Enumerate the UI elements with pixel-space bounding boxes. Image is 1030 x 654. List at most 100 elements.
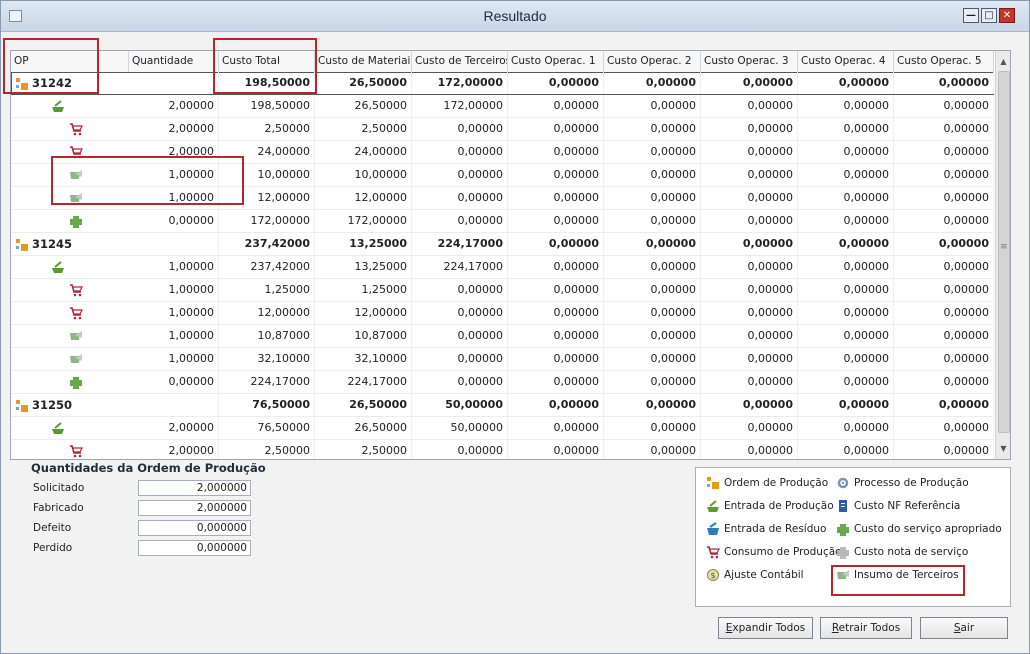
expand-all-button[interactable]: Expandir Todos — [718, 617, 813, 639]
table-row[interactable]: 2,00000 2,50000 2,50000 0,00000 0,00000 0,000… — [11, 440, 994, 459]
table-cell: 0,00000 — [894, 187, 994, 209]
table-row[interactable]: 1,00000 32,10000 32,10000 0,00000 0,00000 0,0… — [11, 348, 994, 371]
table-cell: 0,00000 — [604, 371, 701, 393]
service-cost-icon — [69, 214, 83, 228]
table-cell: 2,50000 — [219, 118, 315, 140]
table-cell: 0,00000 — [701, 394, 798, 416]
table-row[interactable]: 1,00000 237,42000 13,25000 224,17000 0,00000… — [11, 256, 994, 279]
table-cell: 0,00000 — [701, 164, 798, 186]
table-row[interactable]: 2,00000 2,50000 2,50000 0,00000 0,00000 0,000… — [11, 118, 994, 141]
table-cell: 1,00000 — [129, 325, 219, 347]
table-cell: 2,50000 — [315, 440, 412, 459]
table-cell: 1,25000 — [219, 279, 315, 301]
column-header[interactable]: Custo Operac. 4 — [798, 51, 894, 72]
table-cell: 2,00000 — [129, 440, 219, 459]
svg-text:$: $ — [710, 571, 715, 580]
vertical-scrollbar[interactable]: ▲ ≡ ▼ — [995, 51, 1010, 459]
column-header[interactable]: Quantidade — [129, 51, 219, 72]
quantity-field[interactable]: 0,000000 — [138, 520, 251, 536]
consumption-cart-icon — [69, 306, 83, 320]
table-cell: 0,00000 — [604, 417, 701, 439]
production-order-row[interactable]: 31242 198,50000 26,50000 172,00000 0,00000 0,… — [11, 72, 994, 95]
table-cell: 0,00000 — [798, 394, 894, 416]
table-cell: 0,00000 — [508, 141, 604, 163]
table-row[interactable]: 0,00000 172,00000 172,00000 0,00000 0,00000 0… — [11, 210, 994, 233]
table-cell: 1,00000 — [129, 302, 219, 324]
table-cell: 50,00000 — [412, 417, 508, 439]
table-cell: 26,50000 — [315, 394, 412, 416]
quantity-label: Defeito — [33, 522, 72, 534]
table-row[interactable]: 0,00000 224,17000 224,17000 0,00000 0,00000 0… — [11, 371, 994, 394]
table-cell: 172,00000 — [412, 72, 508, 94]
table-cell: 0,00000 — [894, 325, 994, 347]
quantity-field[interactable]: 2,000000 — [138, 480, 251, 496]
table-cell: 0,00000 — [701, 371, 798, 393]
quantity-label: Fabricado — [33, 502, 84, 514]
collapse-all-label: etrair Todos — [838, 622, 901, 634]
quantity-field[interactable]: 0,000000 — [138, 540, 251, 556]
collapse-all-button[interactable]: Retrair Todos — [820, 617, 912, 639]
table-cell: 0,00000 — [508, 118, 604, 140]
op-number: 31250 — [32, 398, 73, 412]
production-entry-icon — [51, 99, 65, 113]
column-header[interactable]: Custo Operac. 3 — [701, 51, 798, 72]
minimize-button[interactable]: — — [963, 8, 979, 23]
table-cell: 0,00000 — [798, 233, 894, 255]
column-header[interactable]: Custo Operac. 2 — [604, 51, 701, 72]
table-cell: 76,50000 — [219, 394, 315, 416]
quantity-field[interactable]: 2,000000 — [138, 500, 251, 516]
table-cell: 0,00000 — [508, 72, 604, 94]
table-cell: 1,00000 — [129, 256, 219, 278]
column-header[interactable]: Custo Operac. 5 — [894, 51, 994, 72]
column-header[interactable]: Custo de Terceiros — [412, 51, 508, 72]
exit-button[interactable]: Sair — [920, 617, 1008, 639]
close-button[interactable]: ✕ — [999, 8, 1015, 23]
scroll-up-arrow-icon[interactable]: ▲ — [996, 54, 1010, 69]
column-header[interactable]: Custo Operac. 1 — [508, 51, 604, 72]
production-order-row[interactable]: 31245 237,42000 13,25000 224,17000 0,00000 0,… — [11, 233, 994, 256]
table-cell: 50,00000 — [412, 394, 508, 416]
table-cell: 0,00000 — [604, 348, 701, 370]
title-bar[interactable]: Resultado — □ ✕ — [1, 1, 1029, 32]
table-cell: 224,17000 — [412, 256, 508, 278]
table-cell: 0,00000 — [508, 210, 604, 232]
maximize-button[interactable]: □ — [981, 8, 997, 23]
table-cell: 0,00000 — [412, 279, 508, 301]
table-row[interactable]: 1,00000 10,87000 10,87000 0,00000 0,00000 0,0… — [11, 325, 994, 348]
table-cell: 0,00000 — [604, 233, 701, 255]
table-cell: 0,00000 — [604, 187, 701, 209]
table-cell: 0,00000 — [798, 187, 894, 209]
table-row[interactable]: 1,00000 12,00000 12,00000 0,00000 0,00000 0,0… — [11, 302, 994, 325]
table-cell: 0,00000 — [894, 279, 994, 301]
table-cell: 0,00000 — [412, 141, 508, 163]
op-cell — [11, 256, 129, 278]
table-cell: 0,00000 — [798, 371, 894, 393]
production-order-icon[interactable] — [15, 238, 28, 251]
table-cell: 0,00000 — [604, 95, 701, 117]
table-cell: 26,50000 — [315, 95, 412, 117]
table-cell: 13,25000 — [315, 256, 412, 278]
table-cell: 0,00000 — [604, 302, 701, 324]
highlight-op-column — [3, 38, 99, 94]
table-row[interactable]: 2,00000 76,50000 26,50000 50,00000 0,00000 0,… — [11, 417, 994, 440]
production-order-icon[interactable] — [15, 399, 28, 412]
cost-result-grid[interactable]: OP Quantidade Custo Total Custo de Materiai… — [10, 50, 1011, 460]
table-cell: 0,00000 — [508, 302, 604, 324]
consumption-cart-icon — [69, 444, 83, 458]
service-cost-icon — [69, 375, 83, 389]
production-order-row[interactable]: 31250 76,50000 26,50000 50,00000 0,00000 0,00… — [11, 394, 994, 417]
table-cell: 0,00000 — [604, 141, 701, 163]
scroll-down-arrow-icon[interactable]: ▼ — [996, 441, 1010, 456]
table-cell: 0,00000 — [701, 210, 798, 232]
table-cell: 1,25000 — [315, 279, 412, 301]
table-row[interactable]: 2,00000 198,50000 26,50000 172,00000 0,00000… — [11, 95, 994, 118]
table-cell: 0,00000 — [894, 256, 994, 278]
table-row[interactable]: 1,00000 1,25000 1,25000 0,00000 0,00000 0,000… — [11, 279, 994, 302]
scroll-thumb[interactable]: ≡ — [998, 71, 1010, 433]
table-cell: 0,00000 — [894, 95, 994, 117]
consumption-cart-icon — [69, 283, 83, 297]
table-cell: 32,10000 — [219, 348, 315, 370]
column-header[interactable]: Custo de Materiais — [315, 51, 412, 72]
exit-label: air — [960, 622, 975, 634]
table-cell: 0,00000 — [508, 371, 604, 393]
